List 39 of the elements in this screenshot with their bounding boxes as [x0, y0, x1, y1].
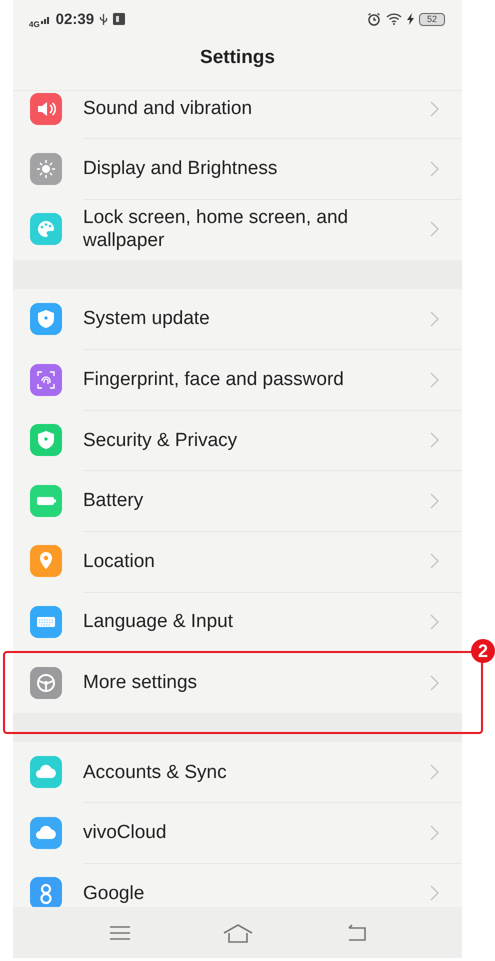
chevron-right-icon — [430, 100, 439, 117]
settings-item[interactable]: System update — [83, 307, 430, 330]
network-type: 4G — [29, 20, 40, 28]
step-number-badge: 2 — [471, 639, 495, 664]
settings-item[interactable]: Security & Privacy — [83, 428, 430, 452]
settings-item[interactable]: More settings — [83, 671, 430, 694]
settings-item[interactable]: Accounts & Sync — [83, 760, 430, 784]
settings-item[interactable]: Language & Input — [83, 610, 430, 634]
home-icon[interactable] — [222, 922, 254, 942]
chevron-right-icon — [430, 160, 439, 177]
chevron-right-icon — [430, 553, 439, 570]
charging-bolt-icon — [406, 13, 414, 25]
chevron-right-icon — [430, 885, 439, 902]
page-title: Settings — [199, 47, 276, 69]
clock-time: 02:39 — [56, 10, 94, 28]
settings-item[interactable]: Fingerprint, face and password — [83, 368, 430, 392]
settings-item[interactable]: Battery — [83, 489, 430, 512]
settings-item[interactable]: Sound and vibration — [83, 97, 430, 120]
settings-item[interactable]: Google — [83, 882, 430, 905]
wifi-icon — [386, 13, 402, 25]
chevron-right-icon — [430, 614, 439, 630]
chevron-right-icon — [430, 432, 439, 448]
settings-item[interactable]: vivoCloud — [83, 821, 430, 844]
app-notification-icon — [113, 13, 126, 25]
chevron-right-icon — [430, 221, 439, 238]
chevron-right-icon — [430, 674, 439, 691]
chevron-right-icon — [430, 824, 439, 841]
usb-icon — [99, 12, 108, 26]
chevron-right-icon — [430, 764, 439, 780]
chevron-right-icon — [430, 372, 439, 388]
settings-item[interactable]: Location — [83, 550, 430, 573]
menu-icon[interactable] — [108, 924, 130, 940]
settings-item[interactable]: Lock screen, home screen, and wallpaper — [83, 206, 430, 252]
alarm-clock-icon — [366, 12, 381, 26]
settings-item[interactable]: Display and Brightness — [83, 157, 430, 180]
chevron-right-icon — [430, 310, 439, 327]
battery-level: 52 — [418, 12, 445, 26]
signal-icon — [40, 14, 51, 24]
chevron-right-icon — [430, 492, 439, 509]
